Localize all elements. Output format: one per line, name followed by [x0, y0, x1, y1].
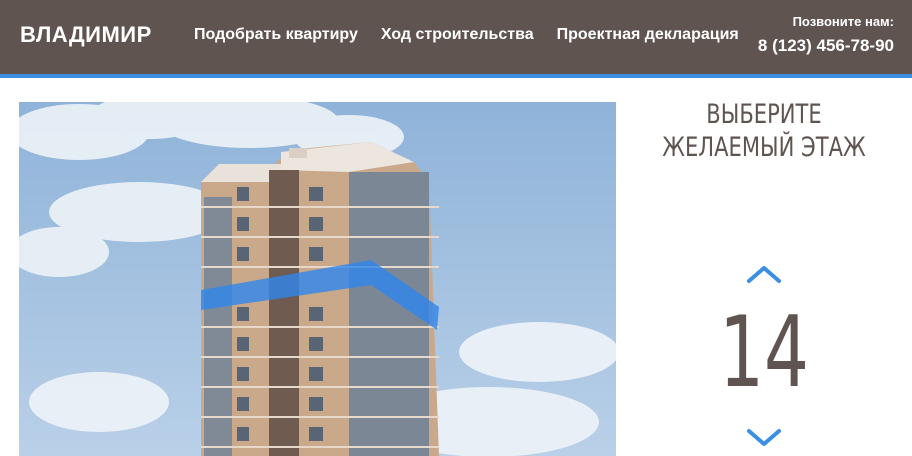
phone-number[interactable]: 8 (123) 456-78-90: [758, 36, 894, 56]
building-image[interactable]: [19, 102, 616, 456]
nav-link-choose-apartment[interactable]: Подобрать квартиру: [194, 26, 358, 44]
site-header: ВЛАДИМИР Подобрать квартиру Ход строител…: [0, 0, 912, 74]
main-nav: Подобрать квартиру Ход строительства Про…: [194, 26, 762, 44]
building-illustration: [19, 102, 616, 456]
phone-label: Позвоните нам:: [792, 14, 894, 29]
nav-link-project-declaration[interactable]: Проектная декларация: [557, 26, 739, 44]
floor-selector-panel: ВЫБЕРИТЕ ЖЕЛАЕМЫЙ ЭТАЖ 14: [626, 98, 902, 456]
chevron-down-icon[interactable]: [746, 428, 782, 448]
site-logo[interactable]: ВЛАДИМИР: [20, 22, 152, 48]
header-accent-line: [0, 74, 912, 78]
chevron-up-icon[interactable]: [746, 264, 782, 284]
nav-link-construction-progress[interactable]: Ход строительства: [381, 26, 534, 44]
floor-selector-title: ВЫБЕРИТЕ ЖЕЛАЕМЫЙ ЭТАЖ: [662, 99, 866, 163]
selected-floor-number: 14: [719, 296, 809, 410]
